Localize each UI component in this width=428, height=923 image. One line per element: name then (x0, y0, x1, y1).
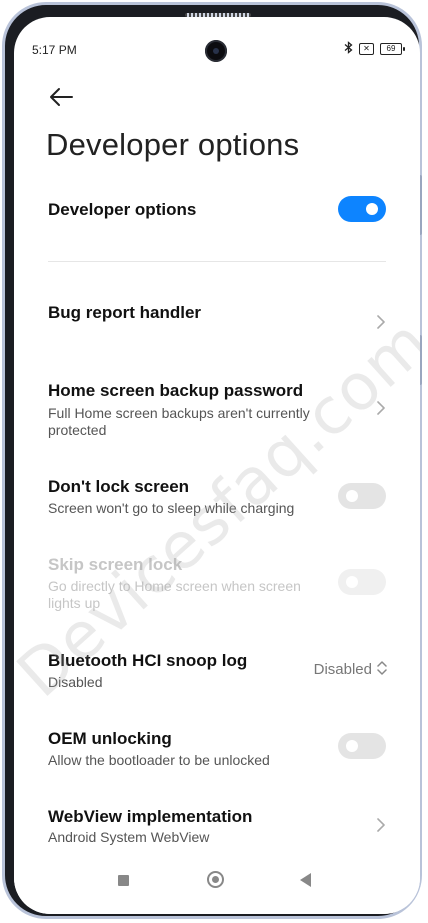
status-icons: ✕ 69 (344, 41, 405, 57)
chevron-right-icon (377, 401, 385, 415)
row-subtitle: Allow the bootloader to be unlocked (48, 752, 270, 768)
row-title: Bluetooth HCI snoop log (48, 651, 248, 670)
row-title: Home screen backup password (48, 381, 304, 400)
row-subtitle: Android System WebView (48, 829, 210, 845)
dont-lock-screen-switch[interactable] (338, 483, 386, 509)
status-bar: 5:17 PM ✕ 69 (14, 17, 420, 62)
row-subtitle: Disabled (48, 674, 103, 690)
status-time: 5:17 PM (32, 43, 77, 57)
phone-frame: 5:17 PM ✕ 69 Developer options Developer… (2, 2, 422, 919)
no-sim-icon: ✕ (359, 43, 374, 55)
home-button[interactable] (207, 871, 224, 888)
row-subtitle: Full Home screen backups aren't currentl… (48, 405, 310, 438)
chevron-right-icon (377, 315, 385, 329)
divider (48, 261, 386, 262)
row-subtitle: Go directly to Home screen when screen l… (48, 578, 301, 611)
master-toggle-label: Developer options (48, 200, 197, 219)
oem-unlocking-switch[interactable] (338, 733, 386, 759)
recents-button[interactable] (118, 875, 129, 886)
switch-knob (346, 576, 358, 588)
row-title: Skip screen lock (48, 555, 183, 574)
row-title: Bug report handler (48, 303, 202, 322)
switch-knob (366, 203, 378, 215)
row-title: Don't lock screen (48, 477, 190, 496)
row-subtitle: Screen won't go to sleep while charging (48, 500, 295, 516)
page-title: Developer options (46, 127, 300, 162)
dropdown-value[interactable]: Disabled (314, 661, 372, 678)
developer-options-switch[interactable] (338, 196, 386, 222)
chevron-right-icon (377, 818, 385, 832)
up-down-chevron-icon (377, 661, 387, 675)
front-camera (205, 40, 227, 62)
row-title: WebView implementation (48, 807, 253, 826)
screen: 5:17 PM ✕ 69 Developer options Developer… (14, 17, 420, 914)
bluetooth-icon (344, 41, 353, 57)
navigation-bar (14, 856, 420, 914)
row-title: OEM unlocking (48, 729, 172, 748)
back-button[interactable] (300, 873, 311, 887)
skip-screen-lock-switch (338, 569, 386, 595)
switch-knob (346, 740, 358, 752)
switch-knob (346, 490, 358, 502)
back-arrow-icon[interactable] (48, 86, 74, 108)
battery-icon: 69 (380, 43, 405, 55)
